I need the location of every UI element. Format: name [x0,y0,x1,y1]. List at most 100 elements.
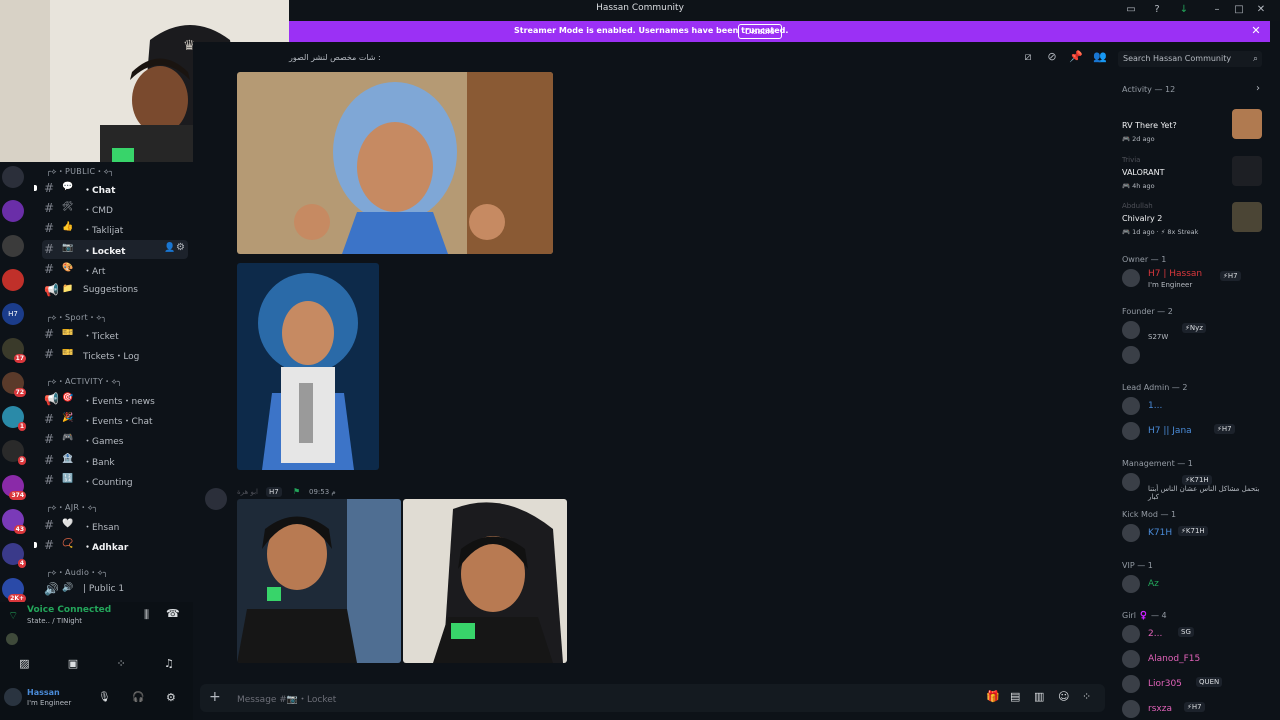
image-attachment[interactable] [237,499,401,663]
member-name: 1... [1148,401,1163,411]
member-item[interactable]: K71H ⚡K71H [1122,523,1272,543]
activity-title: Activity — 12 [1122,85,1176,94]
channel-item[interactable]: # 🏦 ・Bank [42,451,188,470]
close-banner-icon[interactable]: ✕ [1249,24,1263,38]
message-input[interactable]: Message #📷・Locket [237,692,336,705]
headphones-icon[interactable]: 🎧 [132,692,144,703]
channel-item[interactable]: # 🔢 ・Counting [42,471,188,490]
activity-meta: 🎮 1d ago · ⚡ 8x Streak [1122,228,1199,236]
message-composer[interactable]: + Message #📷・Locket 🎁 ▤ ▥ ☺ ⁘ [200,684,1105,712]
channel-emoji: 👍 [62,222,74,232]
member-item[interactable]: rsxza ⚡H7 [1122,699,1272,719]
member-item[interactable] [1122,345,1272,365]
server-icon[interactable]: 43 [2,509,26,534]
download-icon[interactable]: ↓ [1177,3,1191,17]
channel-item[interactable]: 📢 📁 Suggestions [42,281,188,300]
mention-badge: 9 [17,456,26,466]
server-icon[interactable]: 17 [2,337,26,363]
camera-off-icon[interactable]: ▨ [19,657,29,670]
gift-icon[interactable]: 🎁 [986,690,1000,703]
channel-item[interactable]: # 🎮 ・Games [42,430,188,449]
member-item[interactable]: H7 || Jana ⚡H7 [1122,421,1272,441]
image-attachment[interactable] [237,72,553,254]
screen-share-icon[interactable]: ▣ [68,657,78,670]
member-item[interactable]: Lior305 QUEN [1122,674,1272,694]
disconnect-icon[interactable]: ☎ [166,607,180,620]
channel-emoji: 📁 [62,284,74,294]
mute-icon[interactable]: ⊘ [1045,50,1059,64]
member-item[interactable]: ⚡Nyz S27W [1122,320,1272,341]
close-window-icon[interactable]: ✕ [1254,3,1268,17]
category-ajr[interactable]: ╭⟡・AJR・⟡╮+ [46,502,200,516]
gif-icon[interactable]: ▤ [1010,690,1020,703]
channel-item[interactable]: # 👍 ・Taklijat [42,219,188,238]
server-icon[interactable]: 4 [2,543,26,569]
channel-item[interactable]: # 🤍 ・Ehsan [42,516,188,535]
category-audio[interactable]: ╭⟡・Audio・⟡╮+ [46,567,200,581]
pin-icon[interactable]: 📌 [1069,50,1083,64]
voice-channel[interactable]: State.. / TINight [27,617,82,625]
search-input[interactable]: Search Hassan Community ⌕ [1118,51,1262,67]
channel-item[interactable]: # 🎉 ・Events・Chat [42,410,188,429]
image-attachment[interactable] [403,499,567,663]
settings-icon[interactable]: ⚙ [166,691,176,704]
server-icon[interactable] [2,200,24,223]
inbox-icon[interactable]: ▭ [1124,3,1138,17]
channel-item[interactable]: # 📷 ・Locket 👤 ⚙ [42,240,188,259]
sticker-icon[interactable]: ▥ [1034,690,1044,703]
server-icon[interactable] [2,268,24,291]
server-icon[interactable]: 2K+ [2,577,26,603]
channel-item[interactable]: # 📿 ・Adhkar [42,536,188,555]
channel-settings-icon[interactable]: ⚙ [176,242,185,253]
server-icon[interactable]: 374 [2,474,26,500]
message-author[interactable]: ابو هرة [237,488,258,496]
channel-item[interactable]: # 🎫 Tickets・Log [42,345,188,364]
microphone-icon[interactable]: 🎙 [98,692,111,703]
member-item[interactable]: 2... SG [1122,624,1272,644]
channel-item[interactable]: # 💬 ・Chat [42,179,188,198]
channel-item[interactable]: # 🎫 ・Ticket [42,325,188,344]
help-icon[interactable]: ? [1150,3,1164,17]
activity-card[interactable]: Abdullah Chivalry 2 🎮 1d ago · ⚡ 8x Streak [1122,202,1262,244]
server-icon[interactable] [2,234,24,257]
server-icon[interactable]: H7 [2,303,24,326]
channel-item[interactable]: # 🎨 ・Art [42,260,188,279]
user-name[interactable]: Hassan [27,688,60,697]
member-item[interactable]: Alanod_F15 [1122,649,1272,669]
category-sport[interactable]: ╭⟡・Sport・⟡╮+ [46,312,200,326]
avatar[interactable] [205,488,227,510]
add-attachment-icon[interactable]: + [209,689,221,705]
noise-suppression-icon[interactable]: ⫼ [144,608,149,622]
activity-card[interactable]: RV There Yet? 🎮 2d ago [1122,109,1262,151]
voice-user-avatar[interactable] [6,633,18,645]
soundboard-icon[interactable]: ♫ [164,657,174,670]
server-icon[interactable]: 1 [2,406,26,432]
member-item[interactable]: H7 | Hassan ⚡H7 I'm Engineer [1122,268,1272,289]
category-activity[interactable]: ╭⟡・ACTIVITY・⟡╮+ [46,376,200,390]
apps-icon[interactable]: ⁘ [1082,690,1091,703]
minimize-icon[interactable]: – [1210,3,1224,17]
channel-item[interactable]: # 🛠 ・CMD [42,199,188,218]
channel-item[interactable]: 📢 🎯 ・Events・news [42,390,188,409]
activity-card[interactable]: Trivia VALORANT 🎮 4h ago [1122,155,1262,198]
channel-hash-icon: 🔊 [44,582,59,596]
activities-icon[interactable]: ⁘ [116,657,125,670]
image-attachment[interactable] [237,263,379,470]
maximize-icon[interactable]: □ [1232,3,1246,17]
disable-streamer-button[interactable]: Disable [738,24,782,39]
category-public[interactable]: ╭⟡・PUBLIC・⟡╮+ [46,166,200,180]
member-item[interactable]: Az [1122,574,1272,594]
channel-emoji: 🤍 [62,519,74,529]
member-item[interactable]: 1... [1122,396,1272,416]
emoji-icon[interactable]: ☺ [1058,690,1069,703]
server-icon[interactable] [2,166,24,188]
invite-icon[interactable]: 👤 [164,243,175,253]
server-icon[interactable]: 9 [2,440,26,466]
member-item[interactable]: ⚡K71H بتحمل مشاكل الناس عشان الناس أبتنا … [1122,472,1272,501]
avatar[interactable] [4,688,22,706]
chevron-right-icon[interactable]: › [1256,83,1260,94]
channel-item[interactable]: 🔊 🔊 | Public 1 [42,580,188,599]
server-icon[interactable]: 72 [2,371,26,397]
threads-icon[interactable]: ⧄ [1021,50,1035,64]
members-icon[interactable]: 👥 [1093,50,1107,64]
